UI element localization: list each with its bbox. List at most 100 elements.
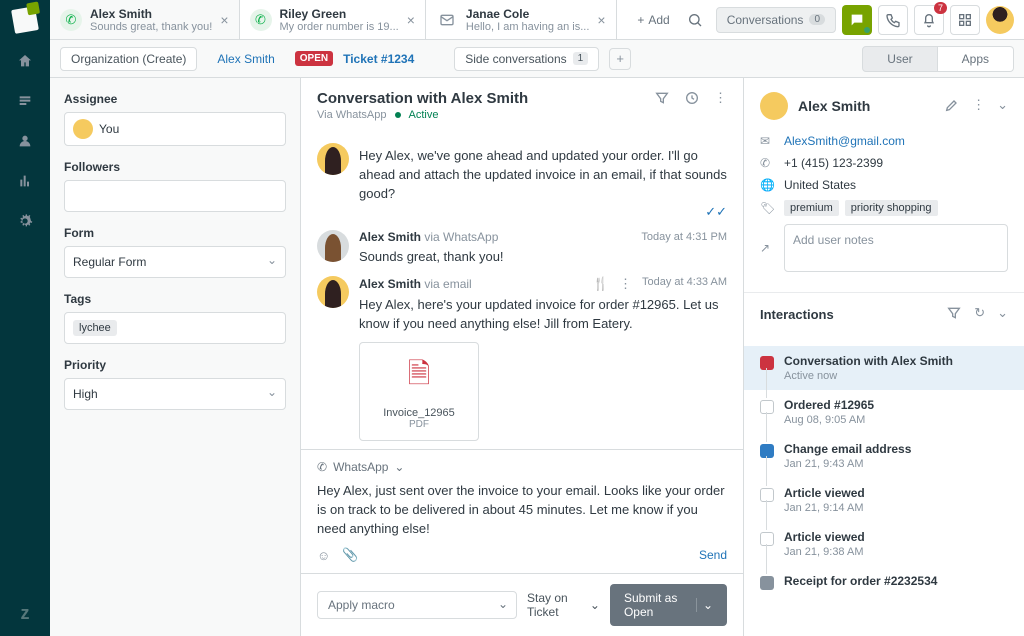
assignee-label: Assignee (64, 92, 286, 106)
priority-select[interactable]: High (64, 378, 286, 410)
views-icon[interactable] (14, 90, 36, 112)
customer-avatar-icon (317, 230, 349, 262)
tab-janae-cole[interactable]: Janae Cole Hello, I am having an is... × (426, 0, 617, 39)
chevron-down-icon[interactable]: ⌄ (997, 97, 1008, 116)
apps-grid-icon[interactable] (950, 5, 980, 35)
macro-select[interactable]: Apply macro (317, 591, 517, 619)
tab-alex-smith[interactable]: ✆ Alex Smith Sounds great, thank you! × (50, 0, 240, 39)
message-time: Today at 4:33 AM (642, 276, 727, 292)
user-panel: Alex Smith ⋮ ⌄ ✉AlexSmith@gmail.com ✆+1 … (744, 78, 1024, 636)
form-select[interactable]: Regular Form (64, 246, 286, 278)
followers-label: Followers (64, 160, 286, 174)
side-conversations-button[interactable]: Side conversations 1 (454, 47, 599, 71)
tags-field[interactable]: lychee (64, 312, 286, 344)
interaction-item[interactable]: Conversation with Alex SmithActive now (744, 346, 1024, 390)
add-tab-button[interactable]: +Add (633, 9, 673, 31)
user-avatar-icon (760, 92, 788, 120)
tab-title: Riley Green (280, 7, 399, 21)
notifications-button[interactable]: 7 (914, 5, 944, 35)
status-pending-icon (760, 444, 774, 458)
interactions-title: Interactions (760, 307, 834, 322)
customers-icon[interactable] (14, 130, 36, 152)
more-icon[interactable]: ⋮ (619, 276, 632, 292)
interaction-item[interactable]: Change email addressJan 21, 9:43 AM (744, 434, 1024, 478)
chevron-down-icon[interactable]: ⌄ (997, 305, 1008, 324)
followers-field[interactable] (64, 180, 286, 212)
close-icon[interactable]: × (597, 12, 605, 28)
user-email[interactable]: AlexSmith@gmail.com (784, 134, 905, 148)
user-phone: +1 (415) 123-2399 (784, 156, 883, 170)
tab-title: Alex Smith (90, 7, 212, 21)
more-icon[interactable]: ⋮ (972, 97, 985, 116)
reporting-icon[interactable] (14, 170, 36, 192)
interaction-item[interactable]: Receipt for order #2232534 (744, 566, 1024, 598)
filter-icon[interactable] (946, 305, 962, 324)
email-icon (436, 9, 458, 31)
ticket-properties: Assignee You Followers Form Regular Form… (50, 78, 300, 636)
ticket-id[interactable]: Ticket #1234 (343, 52, 414, 66)
edit-icon[interactable] (944, 97, 960, 116)
phone-icon[interactable] (878, 5, 908, 35)
attachment-icon[interactable]: 📎 (342, 547, 358, 563)
more-icon[interactable]: ⋮ (714, 90, 727, 109)
user-name: Alex Smith (798, 98, 934, 114)
status-solved-icon (760, 576, 774, 590)
interaction-item[interactable]: Article viewedJan 21, 9:14 AM (744, 478, 1024, 522)
whatsapp-icon: ✆ (317, 460, 327, 474)
close-icon[interactable]: × (220, 12, 228, 28)
emoji-icon[interactable]: ☺ (317, 548, 330, 563)
history-icon[interactable] (684, 90, 700, 109)
read-receipt-icon: ✓✓ (705, 204, 727, 219)
apps-tab[interactable]: Apps (938, 46, 1014, 72)
user-tag: priority shopping (845, 200, 938, 216)
refresh-icon[interactable]: ↻ (974, 305, 985, 324)
attachment-type: PDF (370, 419, 468, 430)
agent-avatar-icon (317, 143, 349, 175)
priority-label: Priority (64, 358, 286, 372)
message-text: Hey Alex, here's your updated invoice fo… (359, 296, 727, 334)
interaction-item[interactable]: Ordered #12965Aug 08, 9:05 AM (744, 390, 1024, 434)
tab-subtitle: Hello, I am having an is... (466, 21, 590, 33)
admin-icon[interactable] (14, 210, 36, 232)
close-icon[interactable]: × (407, 12, 415, 28)
product-logo-icon[interactable] (11, 6, 39, 34)
chat-icon[interactable] (842, 5, 872, 35)
add-side-conv-button[interactable]: + (609, 48, 631, 70)
search-icon[interactable] (680, 5, 710, 35)
message-text: Hey Alex, we've gone ahead and updated y… (359, 147, 727, 204)
filter-icon[interactable] (654, 90, 670, 109)
requester-link[interactable]: Alex Smith (207, 48, 284, 70)
context-tabs: Organization (Create) Alex Smith OPEN Ti… (50, 40, 1024, 78)
stay-on-ticket-button[interactable]: Stay on Ticket⌄ (527, 591, 600, 619)
message-channel: via email (424, 277, 471, 291)
notification-count: 7 (934, 2, 947, 14)
user-location: United States (784, 178, 856, 192)
message-author: Alex Smith (359, 277, 421, 291)
active-dot-icon (395, 112, 401, 118)
utensils-icon[interactable]: 🍴 (593, 276, 609, 292)
profile-avatar[interactable] (986, 6, 1014, 34)
submit-button[interactable]: Submit as Open⌄ (610, 584, 727, 626)
home-icon[interactable] (14, 50, 36, 72)
composer-input[interactable]: Hey Alex, just sent over the invoice to … (317, 482, 727, 539)
status-badge: OPEN (295, 51, 333, 66)
chevron-down-icon: ⌄ (394, 460, 404, 474)
conversations-button[interactable]: Conversations 0 (716, 7, 836, 33)
side-conv-count: 1 (573, 52, 589, 65)
user-tab[interactable]: User (862, 46, 937, 72)
composer: ✆ WhatsApp ⌄ Hey Alex, just sent over th… (301, 449, 743, 573)
organization-link[interactable]: Organization (Create) (60, 47, 197, 71)
assignee-field[interactable]: You (64, 112, 286, 146)
tag-chip[interactable]: lychee (73, 320, 117, 336)
send-button[interactable]: Send (699, 548, 727, 562)
tab-riley-green[interactable]: ✆ Riley Green My order number is 19... × (240, 0, 426, 39)
user-notes-input[interactable]: Add user notes (784, 224, 1008, 272)
tab-subtitle: My order number is 19... (280, 21, 399, 33)
attachment[interactable]: 🗎 Invoice_12965 PDF (359, 342, 479, 441)
tab-title: Janae Cole (466, 7, 590, 21)
conversation-status: Active (409, 109, 439, 121)
composer-channel-select[interactable]: ✆ WhatsApp ⌄ (317, 460, 727, 474)
interaction-item[interactable]: Article viewedJan 21, 9:38 AM (744, 522, 1024, 566)
status-open-icon (760, 356, 774, 370)
zendesk-logo-icon[interactable]: z (21, 603, 30, 624)
